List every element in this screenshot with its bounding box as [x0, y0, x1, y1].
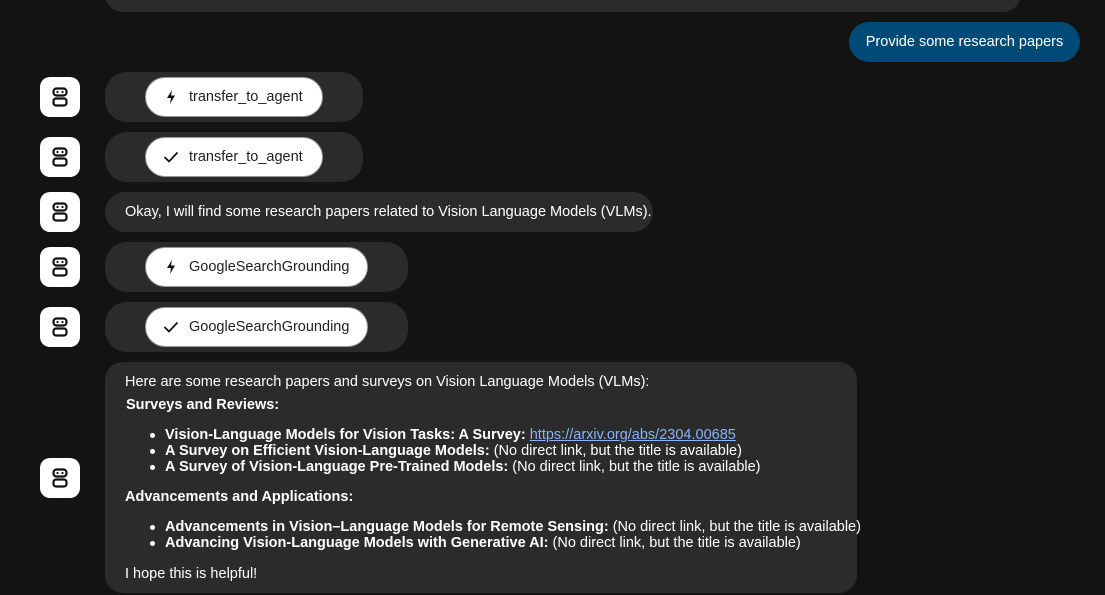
list-item: Advancements in Vision–Language Models f… — [150, 519, 861, 535]
robot-icon — [51, 317, 69, 337]
list-item: A Survey of Vision-Language Pre-Trained … — [150, 459, 761, 475]
agent-answer-bubble: Here are some research papers and survey… — [105, 362, 861, 593]
agent-avatar — [40, 307, 80, 347]
agent-text: Okay, I will find some research papers r… — [125, 204, 652, 220]
list-item: Vision-Language Models for Vision Tasks:… — [150, 427, 761, 443]
agent-avatar — [40, 192, 80, 232]
agent-avatar — [40, 77, 80, 117]
tool-call-chip[interactable]: GoogleSearchGrounding — [145, 247, 368, 287]
robot-icon — [51, 468, 69, 488]
paper-list: Advancements in Vision–Language Models f… — [150, 519, 861, 551]
paper-link[interactable]: https://arxiv.org/abs/2304.00685 — [530, 427, 736, 443]
tool-call-label: transfer_to_agent — [189, 89, 303, 105]
tool-call-bubble: transfer_to_agent — [105, 72, 363, 122]
agent-avatar — [40, 458, 80, 498]
robot-icon — [51, 147, 69, 167]
answer-closing: I hope this is helpful! — [125, 566, 258, 582]
list-item: Advancing Vision-Language Models with Ge… — [150, 535, 861, 551]
answer-intro: Here are some research papers and survey… — [125, 374, 650, 390]
paper-list: Vision-Language Models for Vision Tasks:… — [150, 427, 761, 475]
section-heading: Advancements and Applications: — [125, 489, 354, 505]
robot-icon — [51, 202, 69, 222]
robot-icon — [51, 87, 69, 107]
agent-avatar — [40, 247, 80, 287]
lightning-icon — [163, 89, 179, 105]
agent-text-bubble: Okay, I will find some research papers r… — [105, 192, 653, 232]
user-message-bubble: Provide some research papers — [849, 22, 1080, 62]
tool-result-bubble: transfer_to_agent — [105, 132, 363, 182]
tool-result-bubble: GoogleSearchGrounding — [105, 302, 408, 352]
tool-result-label: transfer_to_agent — [189, 149, 303, 165]
robot-icon — [51, 257, 69, 277]
list-item: A Survey on Efficient Vision-Language Mo… — [150, 443, 761, 459]
agent-avatar — [40, 137, 80, 177]
section-heading: Surveys and Reviews: — [126, 397, 280, 413]
check-icon — [163, 149, 179, 165]
tool-call-chip[interactable]: transfer_to_agent — [145, 77, 323, 117]
tool-call-bubble: GoogleSearchGrounding — [105, 242, 408, 292]
tool-result-chip[interactable]: transfer_to_agent — [145, 137, 323, 177]
tool-call-label: GoogleSearchGrounding — [189, 259, 350, 275]
chat-page: Provide some research papers transfer_to… — [0, 0, 1105, 595]
previous-message-bubble — [105, 0, 1021, 12]
tool-result-label: GoogleSearchGrounding — [189, 319, 350, 335]
check-icon — [163, 319, 179, 335]
lightning-icon — [163, 259, 179, 275]
tool-result-chip[interactable]: GoogleSearchGrounding — [145, 307, 368, 347]
